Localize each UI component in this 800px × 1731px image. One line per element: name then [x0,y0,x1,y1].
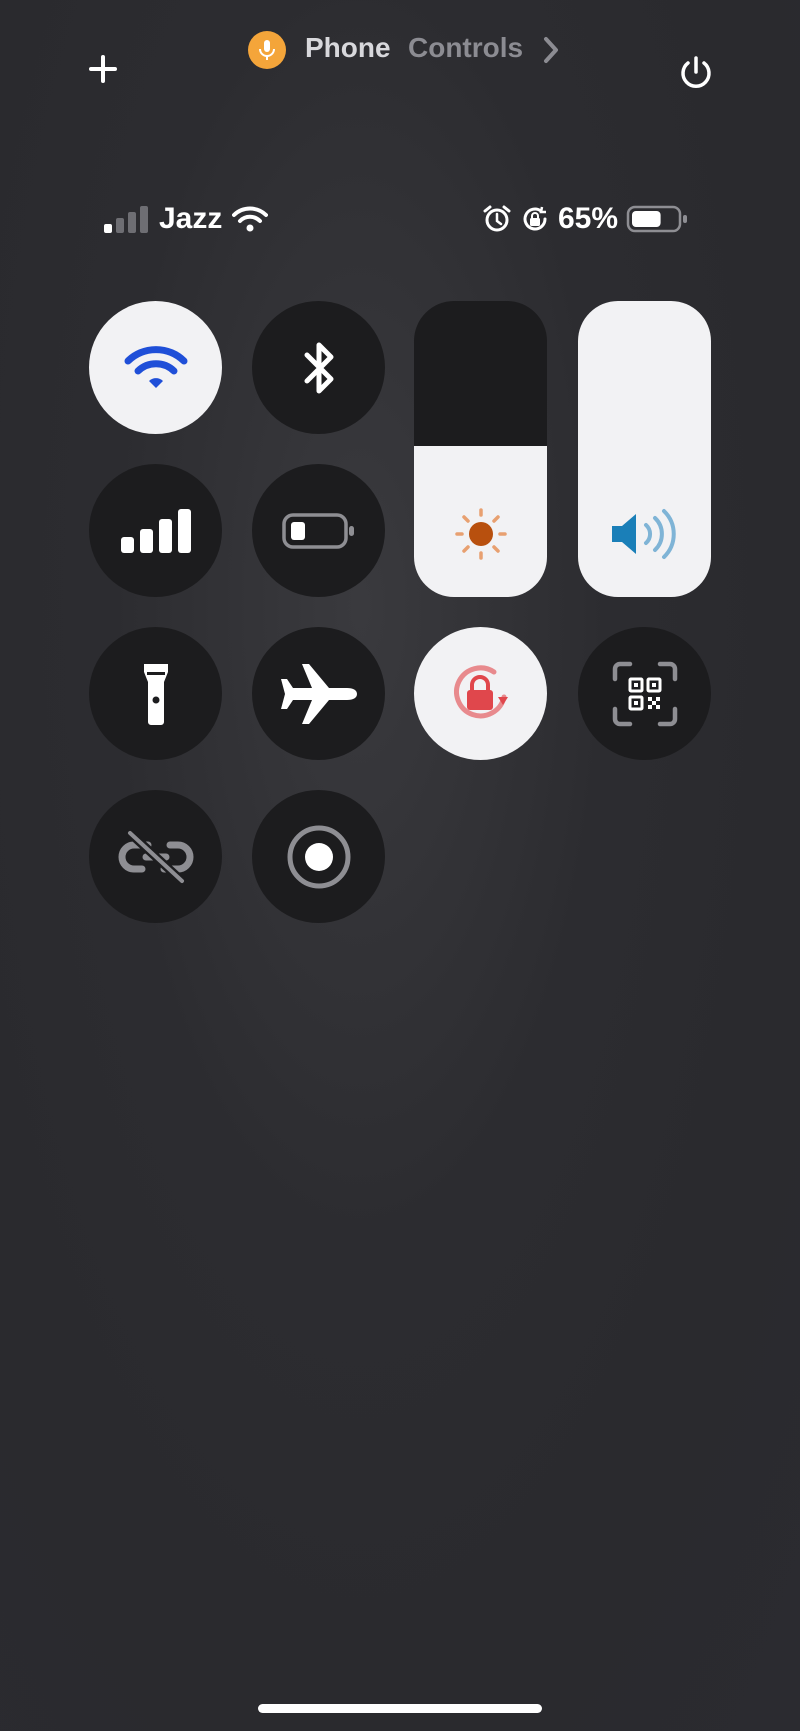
orientation-lock-icon [453,664,508,718]
battery-icon [626,205,688,233]
cellular-bars-icon [120,508,191,553]
cellular-data-toggle[interactable] [89,464,222,597]
wifi-icon [124,345,187,388]
speaker-icon [611,509,676,559]
home-indicator[interactable] [258,1704,542,1713]
hotspot-toggle[interactable] [89,790,222,923]
flashlight-icon [143,663,168,725]
flashlight-toggle[interactable] [89,627,222,760]
wifi-status-icon [232,206,269,232]
chevron-right-icon[interactable] [541,34,561,66]
volume-slider[interactable] [578,301,711,597]
code-scanner-toggle[interactable] [578,627,711,760]
alarm-icon [483,205,511,232]
privacy-section-label[interactable]: Controls [408,32,523,64]
sun-icon [454,508,507,560]
record-icon [287,825,350,888]
power-icon[interactable] [676,52,716,92]
screen-recording-toggle[interactable] [252,790,385,923]
battery-percentage: 65% [558,202,619,235]
low-power-mode-toggle[interactable] [252,464,385,597]
bluetooth-toggle[interactable] [252,301,385,434]
status-right: 65% [482,202,688,236]
qr-code-scanner-icon [612,661,677,726]
link-slash-icon [118,828,193,885]
carrier-name: Jazz [159,202,223,235]
brightness-slider[interactable] [414,301,547,597]
orientation-lock-toggle[interactable] [414,627,547,760]
add-controls-icon[interactable] [86,52,120,86]
airplane-mode-toggle[interactable] [252,627,385,760]
orientation-lock-status-icon [523,206,547,231]
cellular-signal-icon [104,206,148,233]
privacy-app-name[interactable]: Phone [305,32,391,64]
microphone-indicator-icon [248,31,286,69]
wifi-toggle[interactable] [89,301,222,434]
bluetooth-icon [304,342,333,393]
battery-low-power-icon [281,512,354,549]
airplane-icon [280,663,357,724]
status-left: Jazz [103,202,269,236]
